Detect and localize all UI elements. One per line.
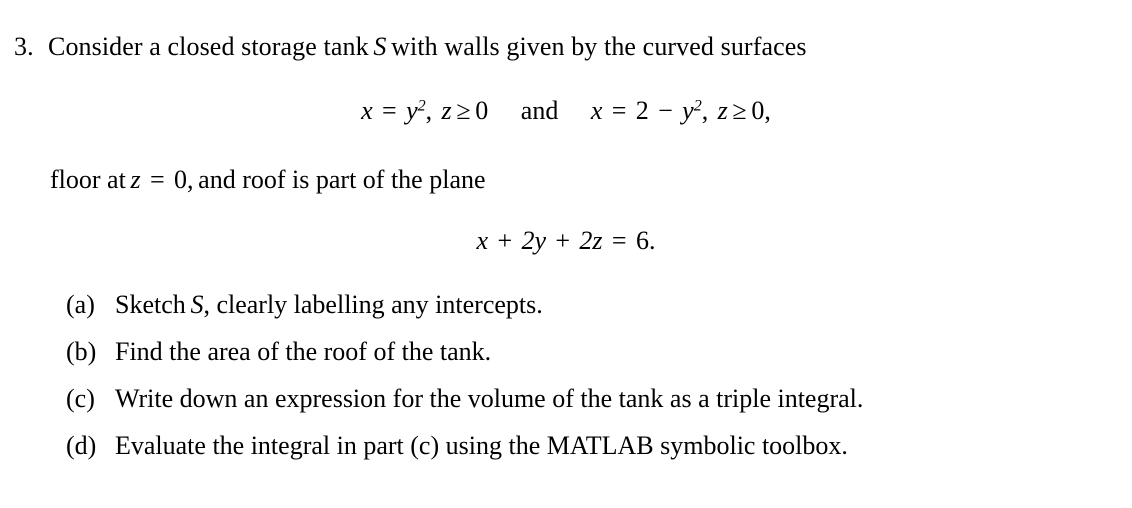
eq1-left-cond-val: 0 <box>475 96 489 125</box>
question-parts-list: (a) Sketch S, clearly labelling any inter… <box>66 290 863 478</box>
eq1-right-number: 2 <box>635 96 649 125</box>
eq2-term-2y: 2y <box>521 226 547 255</box>
display-equation-1: x = y2, z ≥0 and x = 2− y2, z ≥0, <box>0 96 1132 126</box>
floor-roof-line: floor at z = 0, and roof is part of the plan… <box>50 163 486 197</box>
question-intro-line: 3. Consider a closed storage tank Swith wa… <box>14 30 807 64</box>
part-a-symbol-S: S <box>190 290 204 319</box>
eq1-left-lhs: x <box>361 96 373 125</box>
question-part-c: (c) Write down an expression for the vol… <box>66 384 863 431</box>
eq2-value: 6. <box>635 226 656 255</box>
eq1-right-lhs: x <box>590 96 603 125</box>
eq1-left-cond-rel: ≥ <box>456 96 471 125</box>
eq1-right-cond-val: 0, <box>751 96 771 125</box>
part-a-text: Sketch S, clearly labelling any intercept… <box>115 290 543 320</box>
eq1-right-rhs-exponent: 2 <box>693 97 702 115</box>
part-c-text: Write down an expression for the volume … <box>115 384 864 413</box>
eq1-right-cond-var: z <box>717 96 728 125</box>
eq1-left-comma: , <box>425 96 433 125</box>
floor-equals: = <box>149 165 165 194</box>
display-equation-2: x +2y +2z = 6. <box>0 226 1132 256</box>
question-part-b: (b) Find the area of the roof of the tan… <box>66 337 863 384</box>
eq1-right-cond-rel: ≥ <box>732 96 747 125</box>
document-page: 3. Consider a closed storage tank Swith wa… <box>0 0 1132 508</box>
floor-text-after: and roof is part of the plane <box>198 165 486 194</box>
eq1-left-cond-var: z <box>441 96 452 125</box>
floor-variable-z: z <box>130 165 141 194</box>
eq1-right-minus: − <box>658 96 673 125</box>
eq2-term-x: x <box>476 226 489 255</box>
eq1-left-rhs-exponent: 2 <box>417 97 426 115</box>
question-number: 3. <box>14 32 34 61</box>
part-d-label: (d) <box>66 431 97 460</box>
part-b-label: (b) <box>66 337 97 366</box>
floor-value: 0, <box>174 165 194 194</box>
eq2-equals: = <box>611 226 627 255</box>
eq2-plus-2: + <box>555 226 571 255</box>
part-d-text: Evaluate the integral in part (c) using … <box>115 431 848 460</box>
part-b-text: Find the area of the roof of the tank. <box>115 337 492 366</box>
part-a-text-after: , clearly labelling any intercepts. <box>203 290 543 319</box>
eq2-plus-1: + <box>497 226 513 255</box>
eq1-right-rhs-base: y <box>682 96 694 125</box>
eq2-term-2z: 2z <box>579 226 603 255</box>
part-c-label: (c) <box>66 384 95 413</box>
tank-symbol-S: S <box>373 32 387 61</box>
eq1-right-equals: = <box>611 96 627 125</box>
eq1-left-rhs-base: y <box>406 96 418 125</box>
floor-text-before: floor at <box>50 165 126 194</box>
part-a-label: (a) <box>66 290 95 319</box>
eq1-conjunction: and <box>520 96 559 125</box>
question-intro-text-before: Consider a closed storage tank <box>48 32 369 61</box>
eq1-right-comma: , <box>701 96 709 125</box>
question-intro-text-after: with walls given by the curved surfaces <box>391 32 807 61</box>
question-part-d: (d) Evaluate the integral in part (c) us… <box>66 431 863 478</box>
question-part-a: (a) Sketch S, clearly labelling any inter… <box>66 290 863 337</box>
part-a-text-before: Sketch <box>115 290 186 319</box>
eq1-left-equals: = <box>382 96 397 125</box>
